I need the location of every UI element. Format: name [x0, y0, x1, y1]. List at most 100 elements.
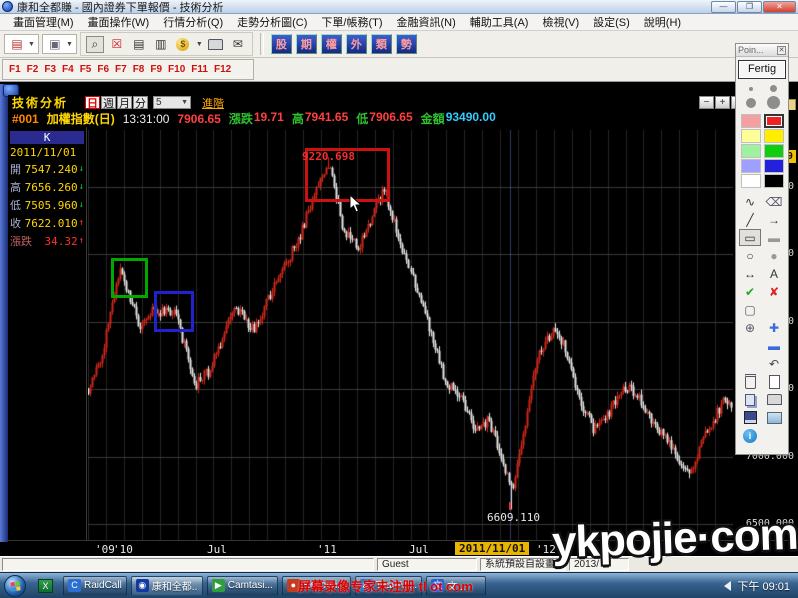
undo-tool-icon[interactable]: ↶ [763, 355, 785, 372]
pen-size-2[interactable] [770, 85, 777, 92]
menu-item-8[interactable]: 檢視(V) [535, 13, 586, 31]
shrink-tool-icon[interactable]: ▬ [763, 337, 785, 354]
menu-item-3[interactable]: 行情分析(Q) [156, 13, 230, 31]
tile-vertical-icon[interactable]: ▥ [152, 36, 170, 53]
eraser-tool-icon[interactable]: ⌫ [763, 193, 785, 210]
taskbar-button-3[interactable]: ▶Camtasi... [207, 576, 278, 596]
speaker-icon[interactable] [724, 581, 731, 591]
period-tab-4[interactable]: 分 [133, 96, 148, 109]
period-tabs: 日週月分 [85, 96, 148, 109]
zoom-out-button[interactable]: − [699, 96, 714, 109]
candlestick-canvas[interactable] [88, 130, 733, 540]
fkey-f9[interactable]: F9 [150, 64, 162, 75]
swatch-solid-1[interactable] [764, 114, 784, 128]
fkey-f5[interactable]: F5 [80, 64, 92, 75]
period-tab-1[interactable]: 日 [85, 96, 100, 109]
rect-filled-tool-icon[interactable]: ▬ [763, 229, 785, 246]
palette-title-bar[interactable]: Poin... ✕ [736, 44, 788, 57]
market-button-2[interactable]: 期 [296, 34, 317, 54]
chart-area[interactable]: 9220.698 6609.110 [88, 130, 733, 540]
fkey-f2[interactable]: F2 [27, 64, 39, 75]
market-button-4[interactable]: 外 [346, 34, 367, 54]
coin-caret-icon[interactable]: ▼ [196, 41, 203, 48]
swatch-solid-3[interactable] [764, 144, 784, 158]
print-tool-icon[interactable] [763, 391, 785, 408]
market-button-6[interactable]: 勢 [396, 34, 417, 54]
finance-coin-icon[interactable]: $ [174, 36, 192, 53]
fkey-f1[interactable]: F1 [9, 64, 21, 75]
fkey-f10[interactable]: F10 [168, 64, 185, 75]
swatch-pale-2[interactable] [741, 129, 761, 143]
mail-icon[interactable]: ✉ [229, 36, 247, 53]
pen-size-1[interactable] [749, 87, 753, 91]
zoom-area-tool-icon[interactable]: ⊕ [739, 319, 761, 336]
menu-item-1[interactable]: 畫面管理(M) [6, 13, 81, 31]
pen-size-4[interactable] [767, 96, 780, 109]
market-button-3[interactable]: 權 [321, 34, 342, 54]
new-page-tool-icon[interactable] [763, 373, 785, 390]
layout-combo[interactable]: ▤▼ [4, 34, 39, 54]
menu-item-5[interactable]: 下單/帳務(T) [314, 13, 389, 31]
swatch-solid-4[interactable] [764, 159, 784, 173]
zoom-in-button[interactable]: + [715, 96, 730, 109]
period-tab-2[interactable]: 週 [101, 96, 116, 109]
ellipse-filled-tool-icon[interactable]: ● [763, 247, 785, 264]
fkey-f8[interactable]: F8 [133, 64, 145, 75]
menu-item-9[interactable]: 設定(S) [586, 13, 637, 31]
swatch-solid-2[interactable] [764, 129, 784, 143]
minutes-select[interactable]: 5▼ [153, 96, 191, 109]
fkey-f3[interactable]: F3 [44, 64, 56, 75]
menu-item-7[interactable]: 輔助工具(A) [463, 13, 536, 31]
arrow-tool-icon[interactable]: → [763, 211, 785, 228]
taskbar-button-1[interactable]: CRaidCall [63, 576, 127, 596]
fkey-f6[interactable]: F6 [97, 64, 109, 75]
ellipse-outline-tool-icon[interactable]: ○ [739, 247, 761, 264]
screenshot-tool-icon[interactable] [763, 409, 785, 426]
fkey-f7[interactable]: F7 [115, 64, 127, 75]
excel-tray-icon[interactable]: X [38, 579, 53, 593]
palette-close-icon[interactable]: ✕ [777, 46, 786, 55]
close-button[interactable]: ✕ [763, 1, 796, 13]
swatch-pale-1[interactable] [741, 114, 761, 128]
tile-horizontal-icon[interactable]: ▤ [130, 36, 148, 53]
swatch-pale-3[interactable] [741, 144, 761, 158]
pen-size-3[interactable] [746, 98, 756, 108]
info-tool-icon[interactable]: i [739, 427, 761, 444]
fkey-f4[interactable]: F4 [62, 64, 74, 75]
start-button[interactable] [4, 575, 26, 597]
menu-item-2[interactable]: 畫面操作(W) [81, 13, 157, 31]
restore-button[interactable]: ❐ [737, 1, 762, 13]
market-button-5[interactable]: 類 [371, 34, 392, 54]
zoom-tool-icon[interactable]: ⌕ [86, 36, 104, 53]
check-tool-icon[interactable]: ✔ [739, 283, 761, 300]
market-button-1[interactable]: 股 [271, 34, 292, 54]
menu-item-10[interactable]: 說明(H) [637, 13, 688, 31]
period-tab-3[interactable]: 月 [117, 96, 132, 109]
screen-combo[interactable]: ▣▼ [42, 34, 77, 54]
swatch-solid-5[interactable] [764, 174, 784, 188]
menu-item-4[interactable]: 走勢分析圖(C) [230, 13, 314, 31]
trash-tool-icon[interactable] [739, 373, 761, 390]
fertig-button[interactable]: Fertig [738, 60, 786, 79]
printer-icon[interactable] [207, 36, 225, 53]
double-arrow-tool-icon[interactable]: ↔ [739, 265, 761, 282]
enlarge-tool-icon[interactable]: ✚ [763, 319, 785, 336]
menu-item-6[interactable]: 金融資訊(N) [390, 13, 463, 31]
text-tool-icon[interactable]: A [763, 265, 785, 282]
pen-tool-icon[interactable]: ∿ [739, 193, 761, 210]
windows-logo-icon [9, 580, 20, 591]
fkey-f12[interactable]: F12 [214, 64, 231, 75]
close-panel-icon[interactable]: ☒ [108, 36, 126, 53]
line-tool-icon[interactable]: ╱ [739, 211, 761, 228]
rect-outline-tool-icon[interactable]: ▭ [739, 229, 761, 246]
fkey-f11[interactable]: F11 [191, 64, 208, 75]
taskbar-button-2[interactable]: ◉康和全都... [131, 576, 203, 596]
swatch-pale-5[interactable] [741, 174, 761, 188]
select-area-tool-icon[interactable]: ▢ [739, 301, 761, 318]
advanced-link[interactable]: 進階 [202, 95, 224, 111]
save-tool-icon[interactable] [739, 409, 761, 426]
minimize-button[interactable]: — [711, 1, 736, 13]
cross-tool-icon[interactable]: ✘ [763, 283, 785, 300]
swatch-pale-4[interactable] [741, 159, 761, 173]
copy-tool-icon[interactable] [739, 391, 761, 408]
